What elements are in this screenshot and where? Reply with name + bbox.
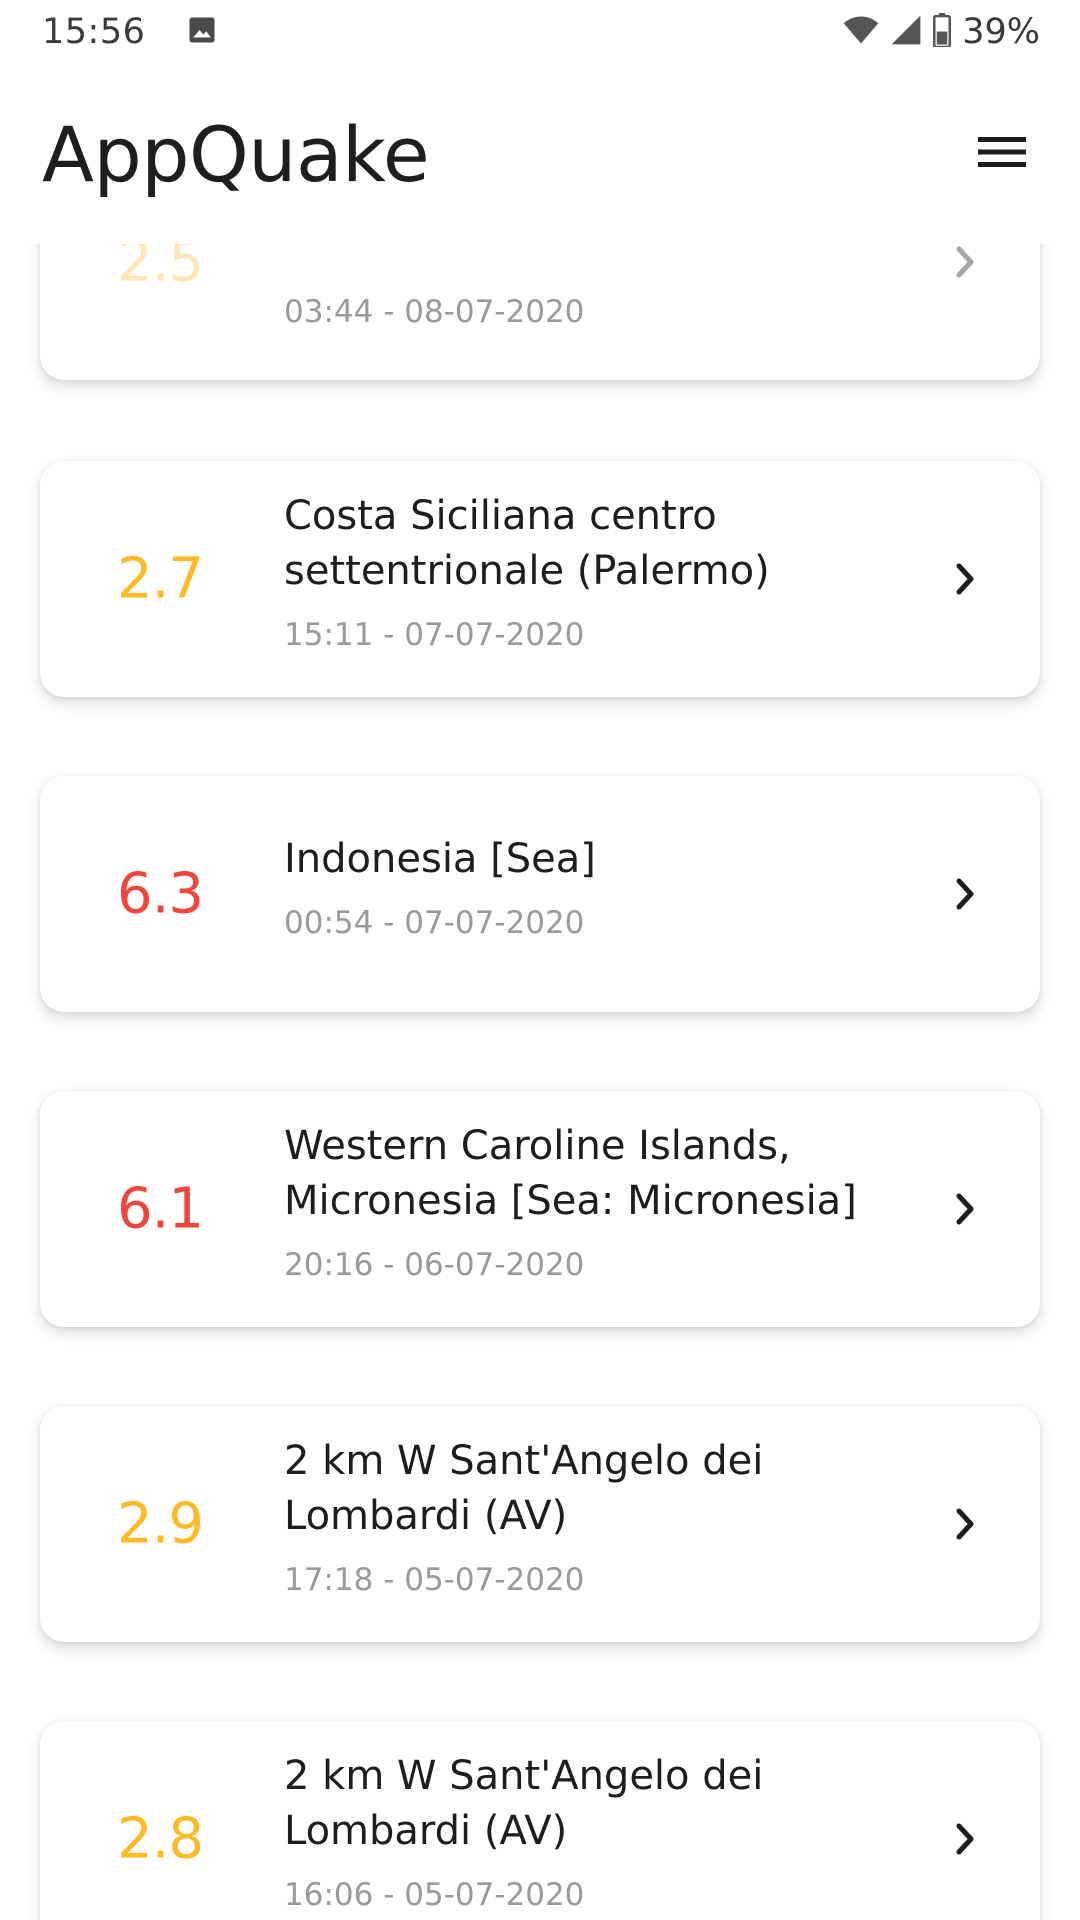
earthquake-datetime: 00:54 - 07-07-2020 bbox=[284, 905, 585, 941]
earthquake-card[interactable]: 6.1 Western Caroline Islands, Micronesia… bbox=[40, 1091, 1040, 1327]
earthquake-card[interactable]: 2.8 2 km W Sant'Angelo dei Lombardi (AV)… bbox=[40, 1721, 1040, 1920]
magnitude-value: 2.9 bbox=[116, 1491, 204, 1557]
app-bar: AppQuake bbox=[0, 64, 1080, 244]
status-time: 15:56 bbox=[42, 12, 146, 52]
earthquake-card[interactable]: 2.7 Costa Siciliana centro settentrional… bbox=[40, 461, 1040, 697]
chevron-right-icon bbox=[948, 876, 984, 912]
earthquake-card[interactable]: 2.9 2 km W Sant'Angelo dei Lombardi (AV)… bbox=[40, 1406, 1040, 1642]
menu-button[interactable] bbox=[966, 118, 1038, 190]
earthquake-info: Costa Siciliana centro settentrionale (P… bbox=[284, 489, 920, 653]
chevron-right-icon bbox=[948, 244, 984, 280]
earthquake-info: 2 km W Sant'Angelo dei Lombardi (AV) 17:… bbox=[284, 1434, 920, 1598]
earthquake-place: 2 km W Sant'Angelo dei Lombardi (AV) bbox=[284, 1753, 764, 1854]
magnitude-value: 2.5 bbox=[116, 244, 204, 295]
earthquake-list[interactable]: 2.5 03:44 - 08-07-2020 2.7 Costa Sicilia… bbox=[0, 244, 1080, 1920]
magnitude-value: 2.8 bbox=[116, 1806, 204, 1872]
status-right: 39% bbox=[842, 12, 1040, 52]
magnitude-value: 6.1 bbox=[116, 1176, 204, 1242]
earthquake-datetime: 15:11 - 07-07-2020 bbox=[284, 617, 585, 653]
earthquake-place: Western Caroline Islands, Micronesia [Se… bbox=[284, 1123, 857, 1224]
chevron-right-icon bbox=[948, 1821, 984, 1857]
earthquake-datetime: 16:06 - 05-07-2020 bbox=[284, 1877, 585, 1913]
earthquake-info: 2 km W Sant'Angelo dei Lombardi (AV) 16:… bbox=[284, 1749, 920, 1913]
chevron-right-icon bbox=[948, 561, 984, 597]
wifi-icon bbox=[842, 15, 880, 49]
earthquake-place: 2 km W Sant'Angelo dei Lombardi (AV) bbox=[284, 1438, 764, 1539]
screen: 15:56 39% AppQuake 2.5 03:44 - 08-07-202… bbox=[0, 0, 1080, 1920]
battery-percentage: 39% bbox=[962, 12, 1040, 52]
magnitude-value: 2.7 bbox=[116, 546, 204, 612]
earthquake-info: Indonesia [Sea] 00:54 - 07-07-2020 bbox=[284, 832, 920, 941]
status-bar: 15:56 39% bbox=[0, 0, 1080, 64]
status-left: 15:56 bbox=[42, 12, 217, 52]
chevron-right-icon bbox=[948, 1506, 984, 1542]
earthquake-card[interactable]: 6.3 Indonesia [Sea] 00:54 - 07-07-2020 bbox=[40, 776, 1040, 1012]
earthquake-datetime: 17:18 - 05-07-2020 bbox=[284, 1562, 585, 1598]
signal-icon bbox=[890, 14, 922, 50]
hamburger-menu-icon bbox=[978, 134, 1026, 174]
chevron-right-icon bbox=[948, 1191, 984, 1227]
app-title: AppQuake bbox=[42, 109, 430, 199]
image-icon bbox=[187, 15, 217, 49]
earthquake-place: Costa Siciliana centro settentrionale (P… bbox=[284, 493, 770, 594]
earthquake-datetime: 03:44 - 08-07-2020 bbox=[284, 294, 585, 330]
earthquake-datetime: 20:16 - 06-07-2020 bbox=[284, 1247, 585, 1283]
earthquake-info: 03:44 - 08-07-2020 bbox=[284, 294, 920, 330]
earthquake-info: Western Caroline Islands, Micronesia [Se… bbox=[284, 1119, 920, 1283]
earthquake-card[interactable]: 2.5 03:44 - 08-07-2020 bbox=[40, 244, 1040, 380]
magnitude-value: 6.3 bbox=[116, 861, 204, 927]
earthquake-place: Indonesia [Sea] bbox=[284, 836, 596, 882]
battery-icon bbox=[932, 13, 952, 51]
